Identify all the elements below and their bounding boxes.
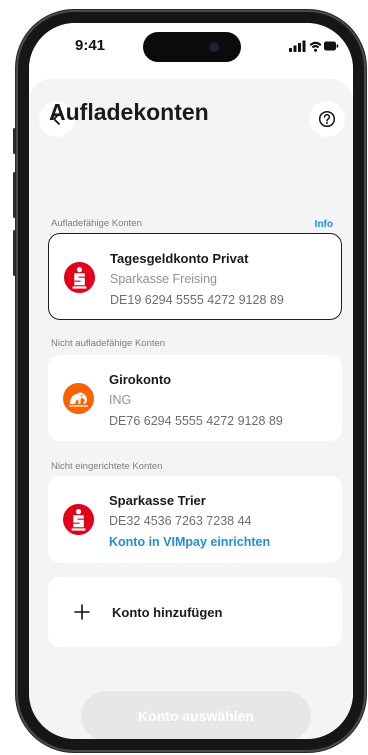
account-iban: DE76 6294 5555 4272 9128 89 bbox=[109, 414, 283, 428]
section-label-non-chargeable: Nicht aufladefähige Konten bbox=[51, 338, 166, 349]
account-bank: ING bbox=[109, 393, 132, 407]
select-account-button[interactable]: Konto auswählen bbox=[81, 691, 311, 739]
ing-lion-logo-icon bbox=[63, 383, 94, 414]
info-link[interactable]: Info bbox=[315, 219, 333, 230]
setup-account-link[interactable]: Konto in VIMpay einrichten bbox=[109, 535, 270, 549]
account-bank: Sparkasse Freising bbox=[110, 272, 217, 286]
question-mark-circle-icon bbox=[318, 110, 336, 128]
wifi-icon bbox=[309, 41, 322, 52]
account-iban: DE19 6294 5555 4272 9128 89 bbox=[110, 293, 284, 307]
page-title: Aufladekonten bbox=[49, 99, 209, 125]
dynamic-island bbox=[143, 32, 241, 62]
section-label-chargeable: Aufladefähige Konten bbox=[51, 218, 142, 229]
account-name: Tagesgeldkonto Privat bbox=[110, 251, 249, 266]
phone-frame: 9:41 Aufladekonten Aufladefähige Konten … bbox=[13, 10, 366, 752]
sparkasse-logo-icon bbox=[63, 504, 94, 535]
account-iban: DE32 4536 7263 7238 44 bbox=[109, 514, 252, 528]
cellular-signal-icon bbox=[289, 40, 306, 52]
status-time: 9:41 bbox=[75, 37, 106, 54]
camera-icon bbox=[209, 42, 219, 52]
section-label-not-setup: Nicht eingerichtete Konten bbox=[51, 461, 163, 472]
sparkasse-logo-icon bbox=[64, 262, 95, 293]
add-account-button[interactable]: Konto hinzufügen bbox=[48, 577, 342, 647]
status-bar: 9:41 bbox=[29, 23, 353, 71]
account-name: Sparkasse Trier bbox=[109, 493, 206, 508]
account-card-trier[interactable]: Sparkasse Trier DE32 4536 7263 7238 44 K… bbox=[48, 476, 342, 563]
phone-side-button bbox=[13, 230, 16, 276]
account-card-giro[interactable]: Girokonto ING DE76 6294 5555 4272 9128 8… bbox=[48, 355, 342, 441]
plus-icon bbox=[74, 604, 90, 620]
phone-side-button bbox=[13, 128, 16, 154]
screen: 9:41 Aufladekonten Aufladefähige Konten … bbox=[29, 23, 353, 739]
account-card-tagesgeld[interactable]: Tagesgeldkonto Privat Sparkasse Freising… bbox=[48, 233, 342, 320]
add-account-label: Konto hinzufügen bbox=[112, 605, 223, 620]
help-button[interactable] bbox=[309, 101, 345, 137]
phone-side-button bbox=[13, 172, 16, 218]
account-name: Girokonto bbox=[109, 372, 172, 387]
battery-icon bbox=[324, 41, 339, 51]
status-icons bbox=[289, 40, 339, 52]
